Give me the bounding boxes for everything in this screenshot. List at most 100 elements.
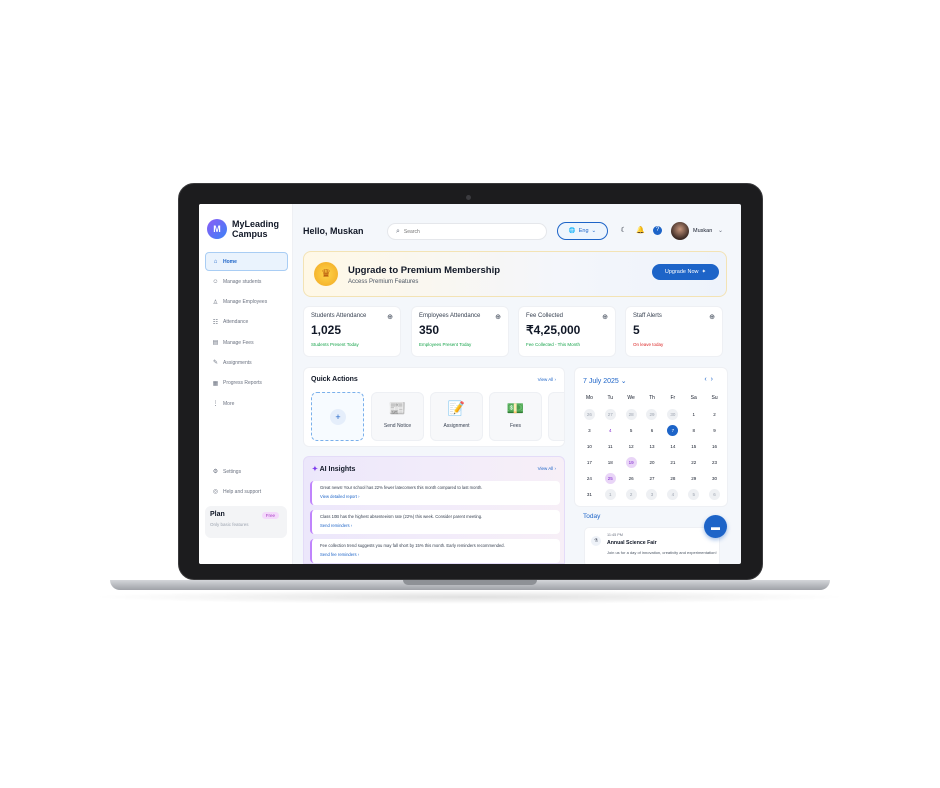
calendar-day[interactable]: 30 — [662, 408, 683, 420]
calendar-day[interactable]: 3 — [642, 488, 663, 500]
chevron-down-icon[interactable]: ⌄ — [718, 227, 723, 234]
sidebar-item-more[interactable]: ⋮ More — [205, 394, 288, 413]
calendar-day[interactable]: 10 — [579, 440, 600, 452]
calendar-day[interactable]: 29 — [642, 408, 663, 420]
stat-card[interactable]: Fee Collected ⊕ ₹4,25,000 Fee Collected - T… — [518, 306, 616, 357]
calendar-day[interactable]: 29 — [683, 472, 704, 484]
quick-action-item[interactable]: 💵 Fees — [489, 392, 542, 441]
calendar-day[interactable]: 26 — [621, 472, 642, 484]
calendar-day[interactable]: 25 — [600, 472, 621, 484]
search-bar[interactable]: ⌕ — [387, 223, 547, 240]
ai-insights-title: ✦ AI Insights — [312, 466, 356, 473]
calendar-day[interactable]: 18 — [600, 456, 621, 468]
calendar-day[interactable]: 12 — [621, 440, 642, 452]
user-name[interactable]: Muskan — [693, 228, 712, 234]
calendar-day[interactable]: 4 — [600, 424, 621, 436]
calendar-day[interactable]: 4 — [662, 488, 683, 500]
calendar-month-selector[interactable]: 7 July 2025 ⌄ — [583, 377, 627, 385]
calendar-day[interactable]: 8 — [683, 424, 704, 436]
logo[interactable]: M MyLeading Campus — [207, 219, 288, 239]
calendar-day[interactable]: 1 — [683, 408, 704, 420]
calendar-day[interactable]: 3 — [579, 424, 600, 436]
calendar-day[interactable]: 19 — [621, 456, 642, 468]
quick-action-icon: 🚌 — [549, 400, 564, 418]
calendar-day[interactable]: 7 — [662, 424, 683, 436]
sidebar-item-home[interactable]: ⌂ Home — [205, 252, 288, 271]
weekday-label: We — [627, 395, 635, 401]
add-quick-action-button[interactable]: + — [311, 392, 364, 441]
calendar-day[interactable]: 28 — [662, 472, 683, 484]
calendar-day[interactable]: 24 — [579, 472, 600, 484]
help-icon[interactable]: ? — [653, 226, 662, 235]
crown-icon: ♛ — [314, 262, 338, 286]
calendar-day[interactable]: 28 — [621, 408, 642, 420]
calendar-day[interactable]: 27 — [642, 472, 663, 484]
stat-card[interactable]: Employees Attendance ⊕ 350 Employees Presen… — [411, 306, 509, 357]
calendar-day[interactable]: 6 — [642, 424, 663, 436]
arrow-circle-icon[interactable]: ⊕ — [495, 313, 501, 321]
calendar-day[interactable]: 5 — [683, 488, 704, 500]
sidebar-item-settings[interactable]: ⚙ Settings — [205, 462, 288, 481]
quick-actions-view-all-link[interactable]: View All › — [538, 377, 556, 382]
sidebar-item-label: Assignments — [223, 359, 252, 366]
sidebar-item-label: Manage students — [223, 278, 262, 285]
calendar-day[interactable]: 6 — [704, 488, 725, 500]
chat-button[interactable]: ▬ — [704, 515, 727, 538]
ai-insights-view-all-link[interactable]: View All › — [538, 466, 556, 471]
calendar-day[interactable]: 21 — [662, 456, 683, 468]
quick-action-item[interactable]: 📰 Send Notice — [371, 392, 424, 441]
ai-insights-panel: ✦ AI Insights View All › Great news! You… — [303, 456, 565, 564]
calendar-day[interactable]: 16 — [704, 440, 725, 452]
calendar-nav[interactable]: ‹› — [704, 376, 717, 383]
dark-mode-icon[interactable]: ☾ — [619, 226, 628, 235]
calendar-day[interactable]: 2 — [704, 408, 725, 420]
calendar-day[interactable]: 17 — [579, 456, 600, 468]
upgrade-now-button[interactable]: Upgrade Now ✦ — [652, 264, 719, 280]
calendar-day[interactable]: 30 — [704, 472, 725, 484]
sidebar-item-manage-employees[interactable]: ♙ Manage Employees — [205, 293, 288, 312]
calendar-day[interactable]: 27 — [600, 408, 621, 420]
sidebar-item-manage-fees[interactable]: ▤ Manage Fees — [205, 333, 288, 352]
quick-action-item[interactable]: 🚌 Tra — [548, 392, 564, 441]
arrow-circle-icon[interactable]: ⊕ — [602, 313, 608, 321]
calendar-day[interactable]: 15 — [683, 440, 704, 452]
calendar-day[interactable]: 20 — [642, 456, 663, 468]
arrow-circle-icon[interactable]: ⊕ — [387, 313, 393, 321]
ai-insight-link[interactable]: Send fee reminders › — [320, 552, 552, 557]
calendar-day[interactable]: 1 — [600, 488, 621, 500]
ai-insight-link[interactable]: View detailed report › — [320, 494, 552, 499]
event-card[interactable]: ⚗ 11:45 PM Annual Science Fair Join us f… — [584, 527, 720, 564]
calendar-day[interactable]: 11 — [600, 440, 621, 452]
notification-icon[interactable]: 🔔 — [636, 226, 645, 235]
ai-insight-link[interactable]: Send reminders › — [320, 523, 552, 528]
calendar-day[interactable]: 26 — [579, 408, 600, 420]
calendar-day[interactable]: 2 — [621, 488, 642, 500]
sidebar-item-label: Help and support — [223, 488, 262, 495]
app-screen: M MyLeading Campus ⌂ Home ☺ Manage students… — [199, 204, 741, 564]
stat-subtext: Fee Collected - This Month — [526, 342, 580, 347]
laptop-shadow — [90, 590, 850, 604]
calendar-day[interactable]: 22 — [683, 456, 704, 468]
stat-card[interactable]: Staff Alerts ⊕ 5 On leave today — [625, 306, 723, 357]
calendar-day[interactable]: 14 — [662, 440, 683, 452]
calendar-day[interactable]: 23 — [704, 456, 725, 468]
arrow-circle-icon[interactable]: ⊕ — [709, 313, 715, 321]
sidebar-item-help-and-support[interactable]: ◎ Help and support — [205, 482, 288, 501]
sidebar-item-progress-reports[interactable]: ▦ Progress Reports — [205, 374, 288, 393]
avatar[interactable] — [671, 222, 689, 240]
sidebar-item-manage-students[interactable]: ☺ Manage students — [205, 272, 288, 291]
quick-action-item[interactable]: 📝 Assignment — [430, 392, 483, 441]
ai-insight-card: Fee collection trend suggests you may fa… — [310, 539, 560, 563]
calendar-day[interactable]: 9 — [704, 424, 725, 436]
sidebar-item-assignments[interactable]: ✎ Assignments — [205, 353, 288, 372]
language-selector[interactable]: 🌐 Eng ⌄ — [557, 222, 608, 240]
plan-card[interactable]: Plan Free Only basic features — [205, 506, 287, 538]
search-input[interactable] — [403, 228, 524, 235]
calendar-day[interactable]: 13 — [642, 440, 663, 452]
upgrade-button-label: Upgrade Now — [664, 269, 699, 275]
calendar-day[interactable]: 5 — [621, 424, 642, 436]
calendar-day[interactable]: 31 — [579, 488, 600, 500]
weekday-label: Su — [711, 395, 718, 401]
sidebar-item-attendance[interactable]: ☷ Attendance — [205, 313, 288, 332]
stat-card[interactable]: Students Attendance ⊕ 1,025 Students Presen… — [303, 306, 401, 357]
